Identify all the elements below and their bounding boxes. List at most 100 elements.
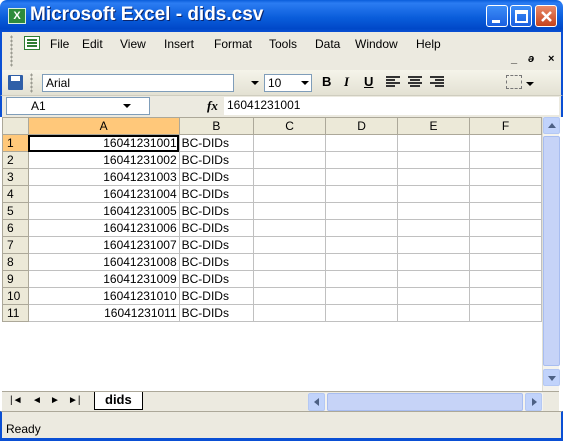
cell-b3[interactable]: BC-DIDs bbox=[178, 168, 255, 186]
row-header[interactable]: 8 bbox=[2, 253, 29, 271]
cell[interactable] bbox=[253, 236, 327, 254]
chevron-down-icon[interactable] bbox=[251, 81, 259, 85]
scroll-up-button[interactable] bbox=[543, 117, 560, 134]
cell[interactable] bbox=[397, 168, 471, 186]
first-sheet-icon[interactable]: |◄ bbox=[10, 395, 23, 406]
cell[interactable] bbox=[469, 219, 542, 237]
borders-icon[interactable] bbox=[506, 75, 522, 89]
last-sheet-icon[interactable]: ►| bbox=[68, 395, 81, 406]
cell[interactable] bbox=[253, 287, 327, 305]
cell[interactable] bbox=[469, 151, 542, 169]
spreadsheet-grid[interactable]: A B C D E F 1 16041231001 BC-DIDs 2 1604… bbox=[2, 117, 542, 391]
cell[interactable] bbox=[469, 168, 542, 186]
cell[interactable] bbox=[325, 134, 399, 152]
workbook-icon[interactable] bbox=[24, 36, 40, 50]
cell[interactable] bbox=[469, 270, 542, 288]
cell[interactable] bbox=[397, 219, 471, 237]
cell-b1[interactable]: BC-DIDs bbox=[178, 134, 255, 152]
cell[interactable] bbox=[253, 253, 327, 271]
chevron-down-icon[interactable] bbox=[123, 104, 131, 108]
cell-a5[interactable]: 16041231005 bbox=[27, 202, 180, 220]
row-header[interactable]: 2 bbox=[2, 151, 29, 169]
cell-b8[interactable]: BC-DIDs bbox=[178, 253, 255, 271]
minimize-button[interactable] bbox=[486, 5, 508, 27]
close-button[interactable] bbox=[535, 5, 557, 27]
cell[interactable] bbox=[325, 253, 399, 271]
cell[interactable] bbox=[397, 185, 471, 203]
chevron-down-icon[interactable] bbox=[301, 81, 309, 85]
row-header[interactable]: 6 bbox=[2, 219, 29, 237]
cell[interactable] bbox=[253, 168, 327, 186]
cell-b7[interactable]: BC-DIDs bbox=[178, 236, 255, 254]
cell[interactable] bbox=[397, 287, 471, 305]
horizontal-scrollbar[interactable] bbox=[308, 393, 543, 411]
cell[interactable] bbox=[397, 253, 471, 271]
column-header-b[interactable]: B bbox=[178, 117, 255, 135]
cell[interactable] bbox=[469, 236, 542, 254]
chevron-down-icon[interactable] bbox=[526, 82, 534, 86]
cell-b6[interactable]: BC-DIDs bbox=[178, 219, 255, 237]
row-header[interactable]: 9 bbox=[2, 270, 29, 288]
column-header-e[interactable]: E bbox=[397, 117, 471, 135]
cell-b10[interactable]: BC-DIDs bbox=[178, 287, 255, 305]
cell[interactable] bbox=[469, 202, 542, 220]
doc-restore-button[interactable]: ǝ bbox=[528, 53, 534, 65]
align-left-icon[interactable] bbox=[386, 76, 400, 88]
column-header-f[interactable]: F bbox=[469, 117, 542, 135]
excel-icon[interactable]: X bbox=[8, 8, 26, 24]
column-header-c[interactable]: C bbox=[253, 117, 327, 135]
scroll-down-button[interactable] bbox=[543, 369, 560, 386]
font-size-select[interactable]: 10 bbox=[264, 74, 312, 92]
next-sheet-icon[interactable]: ► bbox=[50, 395, 60, 406]
cell[interactable] bbox=[469, 185, 542, 203]
horizontal-scroll-thumb[interactable] bbox=[327, 393, 523, 411]
cell[interactable] bbox=[325, 202, 399, 220]
cell[interactable] bbox=[325, 151, 399, 169]
italic-button[interactable]: I bbox=[344, 74, 349, 92]
scroll-left-button[interactable] bbox=[308, 393, 325, 411]
cell[interactable] bbox=[397, 304, 471, 322]
cell[interactable] bbox=[253, 202, 327, 220]
menu-view[interactable]: View bbox=[120, 37, 146, 51]
cell[interactable] bbox=[325, 287, 399, 305]
select-all-corner[interactable] bbox=[2, 117, 29, 135]
toolbar-grip[interactable] bbox=[30, 73, 33, 93]
cell[interactable] bbox=[253, 134, 327, 152]
cell[interactable] bbox=[469, 134, 542, 152]
cell[interactable] bbox=[325, 168, 399, 186]
menu-tools[interactable]: Tools bbox=[269, 37, 297, 51]
cell-a8[interactable]: 16041231008 bbox=[27, 253, 180, 271]
cell-a2[interactable]: 16041231002 bbox=[27, 151, 180, 169]
cell-a10[interactable]: 16041231010 bbox=[27, 287, 180, 305]
cell[interactable] bbox=[253, 185, 327, 203]
menu-insert[interactable]: Insert bbox=[164, 37, 194, 51]
toolbar-grip[interactable] bbox=[10, 35, 13, 67]
row-header[interactable]: 7 bbox=[2, 236, 29, 254]
vertical-scroll-thumb[interactable] bbox=[543, 136, 560, 366]
cell[interactable] bbox=[325, 236, 399, 254]
row-header[interactable]: 4 bbox=[2, 185, 29, 203]
row-header[interactable]: 1 bbox=[2, 134, 29, 152]
menu-format[interactable]: Format bbox=[214, 37, 252, 51]
cell[interactable] bbox=[469, 287, 542, 305]
scroll-right-button[interactable] bbox=[525, 393, 542, 411]
cell[interactable] bbox=[397, 202, 471, 220]
align-center-icon[interactable] bbox=[408, 76, 422, 88]
cell[interactable] bbox=[325, 270, 399, 288]
align-right-icon[interactable] bbox=[430, 76, 444, 88]
prev-sheet-icon[interactable]: ◄ bbox=[32, 395, 42, 406]
row-header[interactable]: 5 bbox=[2, 202, 29, 220]
cell[interactable] bbox=[325, 219, 399, 237]
column-header-d[interactable]: D bbox=[325, 117, 399, 135]
cell[interactable] bbox=[253, 304, 327, 322]
menu-help[interactable]: Help bbox=[416, 37, 441, 51]
menu-edit[interactable]: Edit bbox=[82, 37, 103, 51]
cell[interactable] bbox=[397, 151, 471, 169]
cell[interactable] bbox=[397, 134, 471, 152]
cell-a3[interactable]: 16041231003 bbox=[27, 168, 180, 186]
cell[interactable] bbox=[397, 270, 471, 288]
menu-file[interactable]: File bbox=[50, 37, 69, 51]
save-icon[interactable] bbox=[8, 75, 23, 90]
cell-a1[interactable]: 16041231001 bbox=[27, 134, 180, 152]
function-icon[interactable]: fx bbox=[207, 98, 218, 114]
